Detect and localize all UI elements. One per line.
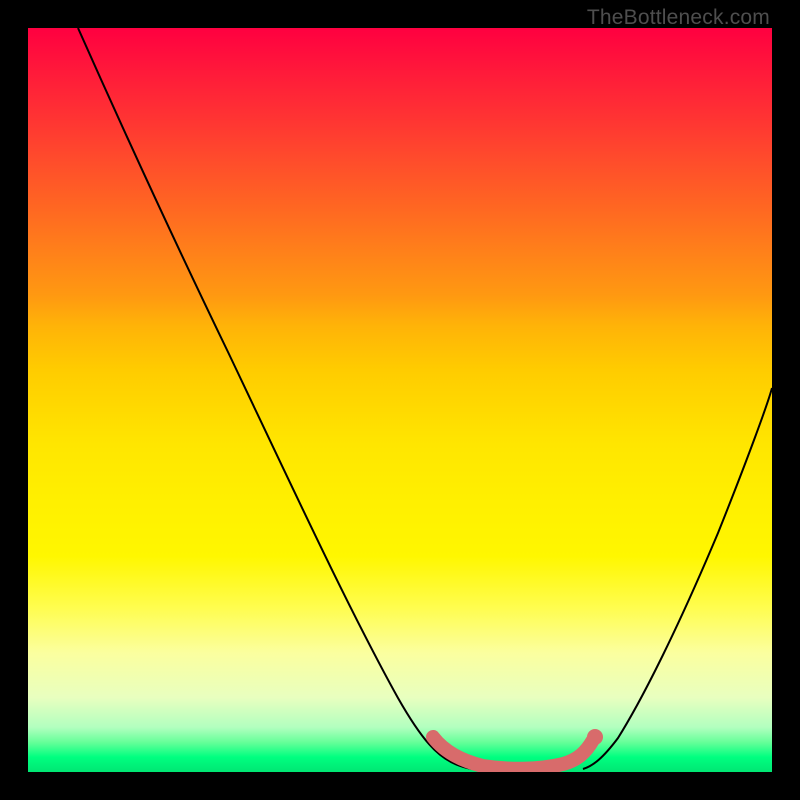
highlight-dot: [587, 729, 603, 745]
chart-container: TheBottleneck.com: [0, 0, 800, 800]
left-curve: [78, 28, 473, 769]
curve-overlay: [28, 28, 772, 772]
valley-highlight: [433, 737, 593, 769]
watermark-text: TheBottleneck.com: [587, 6, 770, 30]
right-curve: [583, 388, 772, 769]
